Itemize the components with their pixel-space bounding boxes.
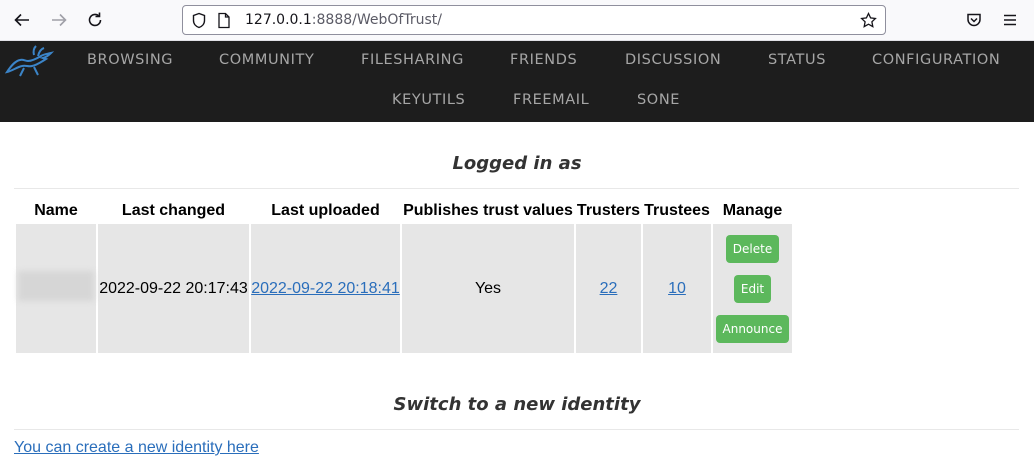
col-header-last-uploaded: Last uploaded xyxy=(271,202,380,219)
trustees-link[interactable]: 10 xyxy=(668,280,686,297)
address-bar[interactable]: 127.0.0.1:8888/WebOfTrust/ xyxy=(182,5,886,35)
last-changed-cell: 2022-09-22 20:17:43 xyxy=(98,224,249,353)
browser-toolbar: 127.0.0.1:8888/WebOfTrust/ xyxy=(0,0,1034,41)
freenet-rabbit-logo-icon[interactable] xyxy=(4,45,55,84)
url-path: :8888/WebOfTrust/ xyxy=(311,12,442,28)
nav-keyutils[interactable]: KEYUTILS xyxy=(392,92,465,108)
logged-in-heading: Logged in as xyxy=(452,153,582,174)
url-text[interactable]: 127.0.0.1:8888/WebOfTrust/ xyxy=(245,12,442,28)
trusters-cell: 22 xyxy=(576,224,641,353)
nav-friends[interactable]: FRIENDS xyxy=(510,52,577,68)
back-arrow-icon[interactable] xyxy=(10,8,34,32)
pocket-icon[interactable] xyxy=(962,8,986,32)
nav-browsing[interactable]: BROWSING xyxy=(87,52,173,68)
trusters-link[interactable]: 22 xyxy=(600,280,618,297)
nav-discussion[interactable]: DISCUSSION xyxy=(625,52,721,68)
trustees-cell: 10 xyxy=(643,224,711,353)
divider xyxy=(14,188,1019,189)
table-header-row: Name Last changed Last uploaded Publishe… xyxy=(16,200,792,222)
site-navigation: BROWSING COMMUNITY FILESHARING FRIENDS D… xyxy=(0,41,1034,122)
nav-freemail[interactable]: FREEMAIL xyxy=(513,92,589,108)
edit-button[interactable]: Edit xyxy=(733,274,772,303)
page-icon[interactable] xyxy=(217,12,231,34)
nav-community[interactable]: COMMUNITY xyxy=(219,52,314,68)
reload-icon[interactable] xyxy=(83,8,107,32)
menu-icon[interactable] xyxy=(998,8,1022,32)
identity-name-cell xyxy=(16,224,96,353)
url-host: 127.0.0.1 xyxy=(245,12,312,28)
identity-table: Name Last changed Last uploaded Publishe… xyxy=(14,198,794,355)
last-uploaded-link[interactable]: 2022-09-22 20:18:41 xyxy=(251,280,400,297)
col-header-manage: Manage xyxy=(722,202,783,219)
table-row: 2022-09-22 20:17:43 2022-09-22 20:18:41 … xyxy=(16,224,792,353)
last-uploaded-cell: 2022-09-22 20:18:41 xyxy=(251,224,400,353)
col-header-trusters: Trusters xyxy=(576,202,641,219)
delete-button[interactable]: Delete xyxy=(725,234,780,263)
nav-status[interactable]: STATUS xyxy=(768,52,826,68)
create-identity-link[interactable]: You can create a new identity here xyxy=(14,439,259,457)
identity-name-blurred[interactable] xyxy=(18,271,94,301)
nav-configuration[interactable]: CONFIGURATION xyxy=(872,52,1000,68)
nav-sone[interactable]: SONE xyxy=(637,92,680,108)
col-header-publishes: Publishes trust values xyxy=(403,202,573,219)
announce-button[interactable]: Announce xyxy=(715,314,790,343)
col-header-name: Name xyxy=(34,202,78,219)
col-header-last-changed: Last changed xyxy=(121,202,226,219)
forward-arrow-icon[interactable] xyxy=(47,8,71,32)
nav-filesharing[interactable]: FILESHARING xyxy=(361,52,464,68)
publishes-cell: Yes xyxy=(402,224,574,353)
divider xyxy=(14,429,1019,430)
col-header-trustees: Trustees xyxy=(644,202,710,219)
bookmark-star-icon[interactable] xyxy=(860,11,877,34)
switch-identity-heading: Switch to a new identity xyxy=(393,394,641,415)
manage-cell: Delete Edit Announce xyxy=(713,224,792,353)
shield-icon[interactable] xyxy=(191,12,207,34)
